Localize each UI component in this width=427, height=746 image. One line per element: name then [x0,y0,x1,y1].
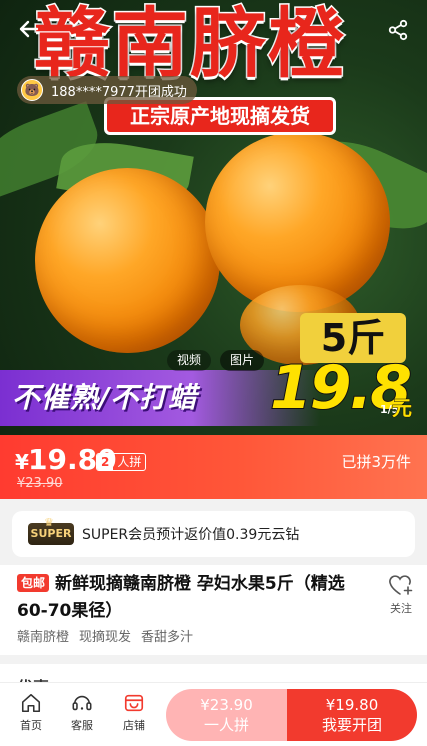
super-text: SUPER会员预计返价值0.39元云钻 [82,527,300,543]
nav-store-label: 店铺 [123,719,145,732]
product-image[interactable]: 赣南脐橙 正宗原产地现摘发货 🐻 188****7977开团成功 5斤 不催熟/… [0,0,427,435]
service-icon [72,695,92,711]
nav-home[interactable]: 首页 [11,691,51,733]
orange-fruit [35,168,220,353]
avatar: 🐻 [21,79,43,101]
nav-service-label: 客服 [71,719,93,732]
nav-store[interactable]: 店铺 [114,691,154,733]
product-title: 包邮 新鲜现摘赣南脐橙 孕妇水果5斤（精选60-70果径） [17,571,367,625]
back-button[interactable] [14,14,44,44]
product-tags: 赣南脐橙 现摘现发 香甜多汁 [17,626,193,645]
home-icon [21,693,41,713]
single-buy-price: ¥23.90 [200,696,253,714]
share-icon [388,19,408,41]
follow-label: 关注 [390,602,412,615]
back-arrow-icon [19,20,39,38]
tag: 赣南脐橙 [17,630,70,645]
tab-image[interactable]: 图片 [220,350,265,371]
notification-text: 188****7977开团成功 [51,84,187,100]
tag: 香甜多汁 [141,630,194,645]
hero-title: 赣南脐橙 [33,0,346,88]
group-buy-price: ¥19.80 [325,696,379,714]
product-title-text: 新鲜现摘赣南脐橙 孕妇水果5斤（精选60-70果径） [17,574,345,621]
group-size: 2 [97,454,114,470]
start-group-button[interactable]: ¥19.80 我要开团 [287,689,417,741]
group-notification: 🐻 188****7977开团成功 [17,76,197,104]
single-buy-button[interactable]: ¥23.90 一人拼 [166,689,287,741]
nav-service[interactable]: 客服 [62,691,102,733]
free-shipping-badge: 包邮 [17,574,50,592]
nav-home-label: 首页 [20,719,42,732]
single-buy-label: 一人拼 [203,716,249,734]
tag: 现摘现发 [79,630,132,645]
sold-count: 已拼3万件 [341,453,411,471]
share-button[interactable] [383,15,413,45]
original-price: ¥23.90 [17,476,63,491]
bottom-action-bar: 首页 客服 店铺 ¥23.90 一人拼 ¥19.80 我要开团 [0,682,427,746]
super-badge: SUPER [28,512,74,545]
group-size-tag: 2 人拼 [96,453,147,471]
store-icon [124,694,144,712]
promo-text: 不催熟/不打蜡 [12,381,198,414]
super-member-card[interactable]: SUPER SUPER会员预计返价值0.39元云钻 [12,511,415,557]
price-bar: ¥ 19.80 2 人拼 ¥23.90 已拼3万件 [0,435,427,499]
group-label: 人拼 [117,455,142,469]
hero-price-unit: 元 [392,396,413,421]
tab-video[interactable]: 视频 [167,350,212,371]
heart-plus-icon [389,575,413,595]
currency-symbol: ¥ [15,450,29,474]
group-buy-label: 我要开团 [321,716,382,734]
follow-button[interactable]: 关注 [384,573,418,616]
product-info: 包邮 新鲜现摘赣南脐橙 孕妇水果5斤（精选60-70果径） 关注 赣南脐橙 现摘现… [0,565,427,655]
